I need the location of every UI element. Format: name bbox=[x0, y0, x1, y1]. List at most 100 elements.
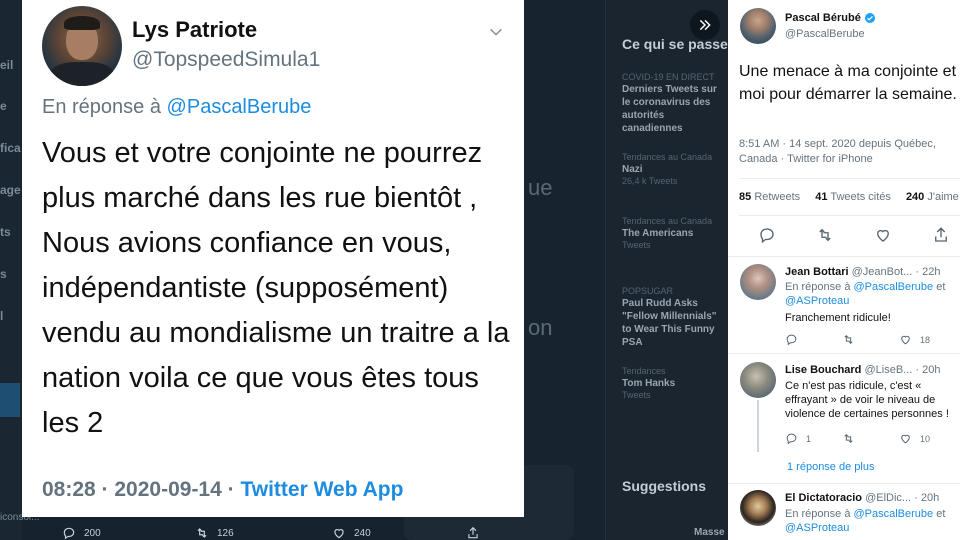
bg-retweet-count: 126 bbox=[217, 527, 234, 539]
more-replies-link[interactable]: 1 réponse de plus bbox=[787, 461, 874, 473]
suggestions-title: Suggestions bbox=[622, 478, 707, 494]
trend-title: Derniers Tweets sur le coronavirus des a… bbox=[622, 84, 717, 134]
retweets-stat[interactable]: 85 Retweets bbox=[739, 191, 800, 203]
reply-time: · 20h bbox=[915, 364, 941, 376]
trend-count: Tweets bbox=[622, 390, 651, 400]
background-text-fragment: ue bbox=[528, 175, 553, 200]
likes-stat[interactable]: 240 J'aime bbox=[906, 191, 959, 203]
retweet-icon[interactable] bbox=[842, 432, 855, 445]
background-nav-item: eil bbox=[0, 58, 14, 72]
background-nav-item: ts bbox=[0, 225, 11, 239]
author-name[interactable]: Pascal Bérubé bbox=[785, 12, 876, 24]
mention-link[interactable]: @PascalBerube bbox=[854, 508, 934, 520]
reply-author-handle: @ElDic... bbox=[865, 492, 912, 504]
mention-link[interactable]: @PascalBerube bbox=[854, 281, 934, 293]
reply-icon[interactable] bbox=[785, 333, 798, 346]
chevron-down-icon[interactable] bbox=[488, 24, 504, 40]
background-nav-item: age bbox=[0, 183, 21, 197]
background-tweet-actions: 200 126 240 bbox=[20, 526, 520, 540]
reply-context: En réponse à @PascalBerube et @ASProteau bbox=[785, 281, 946, 307]
trend-title: The Americans bbox=[622, 228, 694, 239]
reply-author-name[interactable]: Lise Bouchard bbox=[785, 364, 861, 376]
trend-title: Paul Rudd Asks "Fellow Millennials" to W… bbox=[622, 298, 717, 348]
reply-context: En réponse à @PascalBerube et @ASProteau bbox=[785, 508, 946, 534]
suggestion-name: Masse bbox=[694, 527, 725, 538]
author-handle[interactable]: @PascalBerube bbox=[785, 28, 865, 40]
trend-title: Tom Hanks bbox=[622, 378, 676, 389]
retweet-icon bbox=[197, 528, 207, 538]
retweet-icon[interactable] bbox=[842, 333, 855, 346]
avatar[interactable] bbox=[740, 490, 776, 526]
share-icon bbox=[468, 526, 478, 539]
reply-icon[interactable] bbox=[785, 432, 798, 445]
heart-icon[interactable] bbox=[874, 226, 892, 244]
divider bbox=[739, 178, 960, 179]
quotes-stat[interactable]: 41 Tweets cités bbox=[815, 191, 891, 203]
divider bbox=[728, 353, 960, 354]
reply-icon[interactable] bbox=[758, 226, 776, 244]
divider bbox=[739, 215, 960, 216]
avatar[interactable] bbox=[740, 362, 776, 398]
reply-author-name[interactable]: Jean Bottari bbox=[785, 266, 849, 278]
bg-retweet-action: 126 bbox=[195, 526, 234, 540]
trend-count: Tweets bbox=[622, 240, 651, 250]
tweet-timestamp: 08:28 · 2020-09-14 · bbox=[42, 478, 235, 501]
background-trends: Ce qui se passe COVID-19 EN DIRECT Derni… bbox=[605, 0, 730, 540]
tweet-detail-panel: Pascal Bérubé @PascalBerube Une menace à… bbox=[728, 0, 960, 540]
reply-author-handle: @JeanBot... bbox=[851, 266, 913, 278]
reply-time: · 22h bbox=[915, 266, 941, 278]
divider bbox=[728, 256, 960, 257]
reply-icon bbox=[63, 527, 75, 540]
reply-actions: 1 10 bbox=[785, 432, 960, 446]
tweet-text: Une menace à ma conjointe et moi pour dé… bbox=[739, 63, 957, 103]
trends-title: Ce qui se passe bbox=[622, 36, 728, 52]
heart-icon bbox=[334, 529, 344, 539]
reply-time: · 20h bbox=[914, 492, 940, 504]
background-nav-item: e bbox=[0, 99, 7, 113]
author-name: Lys Patriote bbox=[132, 17, 258, 42]
tweet-meta: 8:51 AM · 14 sept. 2020 depuis Québec, C… bbox=[739, 138, 936, 165]
expand-button[interactable] bbox=[690, 10, 720, 40]
trend-category: Tendances bbox=[622, 366, 666, 376]
reply-text: Franchement ridicule! bbox=[785, 312, 891, 324]
tweet-source-link[interactable]: Twitter Web App bbox=[240, 478, 403, 501]
bg-like-action: 240 bbox=[332, 526, 371, 540]
thread-line bbox=[757, 400, 759, 452]
reply-header: Lise Bouchard @LiseB... · 20h bbox=[785, 364, 940, 376]
background-nav-item: s bbox=[0, 267, 7, 281]
trend-count: 26,4 k Tweets bbox=[622, 176, 678, 186]
tweet-stats: 85 Retweets 41 Tweets cités 240 J'aime bbox=[739, 191, 960, 203]
author-name-text: Pascal Bérubé bbox=[785, 12, 861, 24]
mention-link[interactable]: @ASProteau bbox=[785, 522, 849, 534]
share-icon[interactable] bbox=[932, 226, 950, 244]
bg-reply-action: 200 bbox=[62, 526, 101, 540]
divider bbox=[728, 483, 960, 484]
heart-icon[interactable] bbox=[899, 333, 912, 346]
trend-category: COVID-19 EN DIRECT bbox=[622, 72, 715, 82]
trend-item: Tendances Tom Hanks Tweets bbox=[622, 366, 726, 401]
trend-item: POPSUGAR Paul Rudd Asks "Fellow Millenni… bbox=[622, 286, 726, 349]
reply-to-link[interactable]: @PascalBerube bbox=[167, 96, 312, 118]
double-chevron-right-icon bbox=[699, 19, 711, 31]
trend-title: Nazi bbox=[622, 164, 643, 175]
quoted-tweet-card: Lys Patriote @TopspeedSimula1 En réponse… bbox=[22, 0, 524, 517]
reply-author-name[interactable]: El Dictatoracio bbox=[785, 492, 862, 504]
bg-like-count: 240 bbox=[354, 527, 371, 539]
avatar[interactable] bbox=[740, 8, 776, 44]
reply-prefix: En réponse à bbox=[42, 96, 161, 118]
trend-item: Tendances au Canada Nazi 26,4 k Tweets bbox=[622, 152, 726, 187]
trend-item: COVID-19 EN DIRECT Derniers Tweets sur l… bbox=[622, 72, 726, 135]
background-nav-item: fica bbox=[0, 141, 21, 155]
background-nav-button bbox=[0, 383, 20, 417]
reply-header: El Dictatoracio @ElDic... · 20h bbox=[785, 492, 939, 504]
verified-badge-icon bbox=[864, 13, 875, 23]
trend-category: POPSUGAR bbox=[622, 286, 674, 296]
trend-item: Tendances au Canada The Americans Tweets bbox=[622, 216, 726, 251]
heart-icon[interactable] bbox=[899, 432, 912, 445]
background-nav-item: l bbox=[0, 309, 4, 323]
reply-actions: 18 bbox=[785, 333, 960, 347]
tweet-text: Vous et votre conjointe ne pourrez plus … bbox=[42, 137, 510, 439]
avatar[interactable] bbox=[740, 264, 776, 300]
mention-link[interactable]: @ASProteau bbox=[785, 295, 849, 307]
retweet-icon[interactable] bbox=[816, 226, 834, 244]
